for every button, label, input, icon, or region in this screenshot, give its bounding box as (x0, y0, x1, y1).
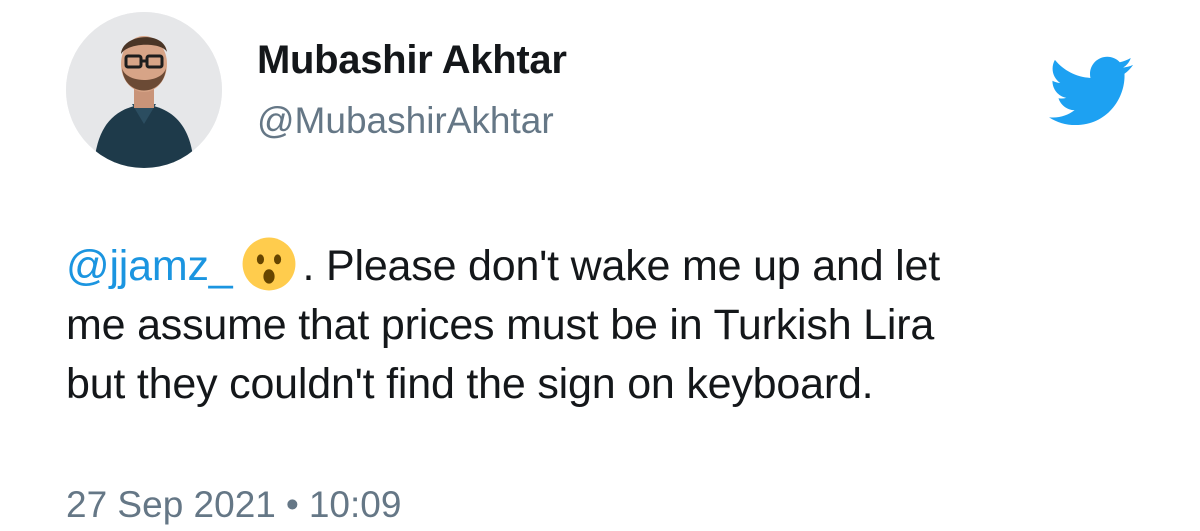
tweet-date: 27 Sep 2021 (66, 484, 276, 525)
mention-link[interactable]: @jjamz_ (66, 242, 233, 290)
person-avatar-icon (66, 12, 222, 168)
author-avatar[interactable] (66, 12, 222, 168)
tweet-line-2: me assume that prices must be in Turkish… (66, 301, 935, 349)
tweet-timestamp[interactable]: 27 Sep 2021 • 10:09 (66, 484, 401, 526)
author-handle[interactable]: @MubashirAkhtar (257, 100, 554, 142)
tweet-time: 10:09 (308, 484, 402, 525)
astonished-face-emoji-icon (242, 237, 295, 291)
twitter-bird-icon[interactable] (1045, 54, 1135, 128)
tweet-line-3: but they couldn't find the sign on keybo… (66, 360, 874, 408)
tweet-body: @jjamz_ . Please don't wake me up and let… (66, 236, 1156, 414)
author-display-name[interactable]: Mubashir Akhtar (257, 38, 567, 83)
tweet-line-1-text: . Please don't wake me up and let (302, 242, 941, 290)
tweet-line-1: @jjamz_ . Please don't wake me up and let (66, 236, 1156, 296)
timestamp-separator: • (285, 484, 299, 525)
tweet-card: Mubashir Akhtar @MubashirAkhtar @jjamz_.… (0, 0, 1200, 531)
